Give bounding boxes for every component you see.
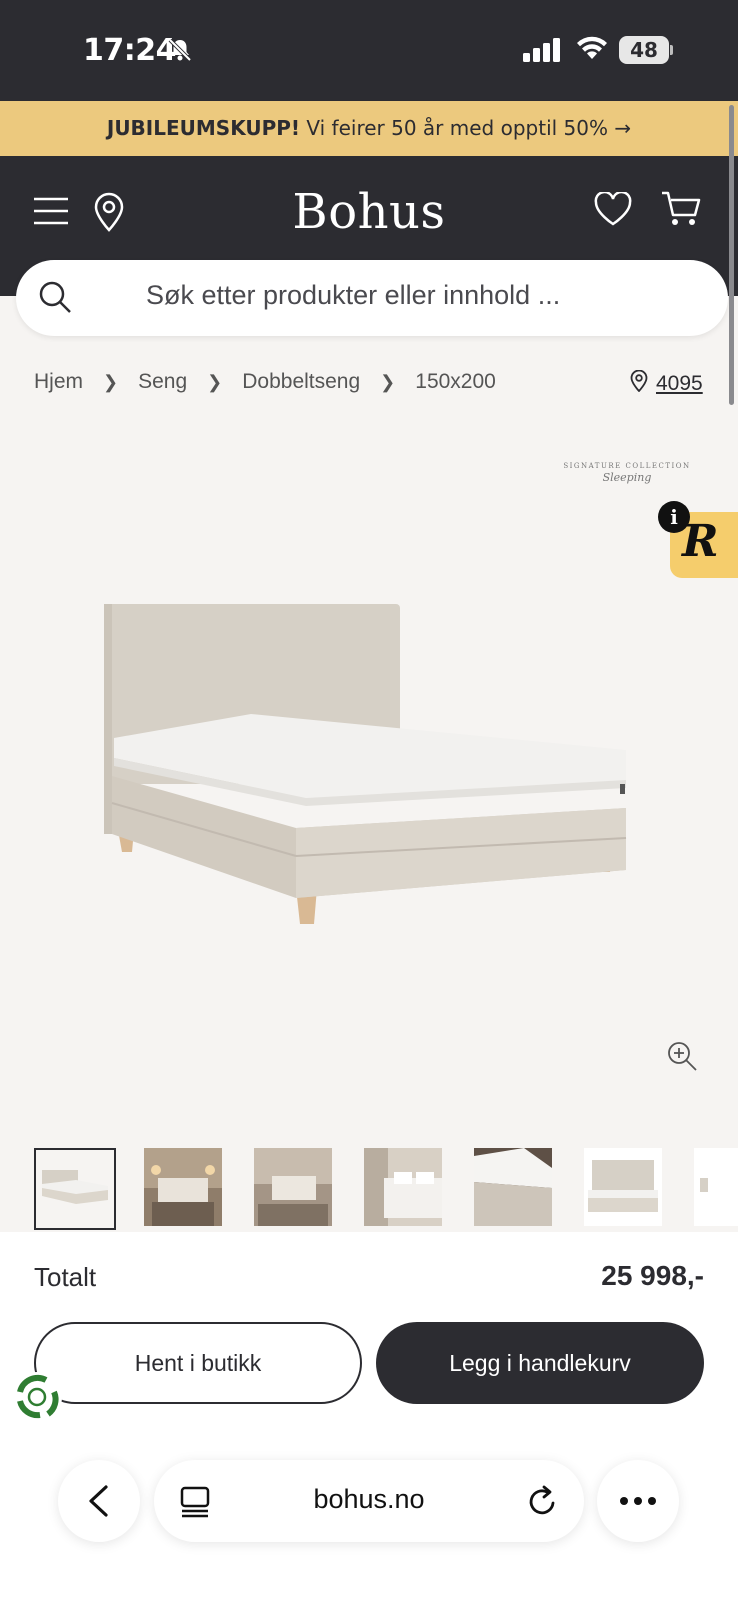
browser-more-button[interactable] [597, 1460, 679, 1542]
bell-muted-icon [167, 37, 193, 67]
search-icon[interactable] [38, 280, 72, 318]
chevron-left-icon [89, 1485, 108, 1517]
chevron-right-icon: ❯ [207, 371, 223, 392]
promo-text: Vi feirer 50 år med opptil 50% → [300, 116, 632, 140]
more-dots-icon [620, 1497, 656, 1505]
wifi-icon [575, 35, 609, 65]
battery-icon: 48 [619, 36, 669, 64]
info-icon[interactable]: i [658, 501, 690, 533]
breadcrumb-item-seng[interactable]: Seng [138, 370, 187, 394]
status-time: 17:24 [83, 33, 177, 68]
zoom-in-icon[interactable] [666, 1040, 698, 1076]
recycle-badge-icon[interactable] [10, 1370, 64, 1428]
heart-icon[interactable] [594, 190, 632, 230]
thumbnail-3[interactable] [254, 1148, 336, 1230]
search-input[interactable]: Søk etter produkter eller innhold ... [146, 280, 560, 311]
location-pin-icon [630, 369, 648, 398]
search-bar[interactable]: Søk etter produkter eller innhold ... [16, 260, 728, 336]
battery-tip [670, 45, 673, 55]
thumbnail-4[interactable] [364, 1148, 446, 1230]
signal-icon [523, 38, 563, 66]
product-image[interactable] [96, 598, 646, 952]
breadcrumb-item-size[interactable]: 150x200 [415, 370, 496, 394]
breadcrumb-item-home[interactable]: Hjem [34, 370, 83, 394]
pickup-in-store-button[interactable]: Hent i butikk [34, 1322, 362, 1404]
browser-domain[interactable]: bohus.no [154, 1484, 584, 1515]
browser-address-bar[interactable]: bohus.no [154, 1460, 584, 1542]
status-bar: 17:24 48 [0, 0, 738, 101]
store-selector[interactable]: 4095 [630, 369, 703, 398]
chevron-right-icon: ❯ [380, 371, 396, 392]
store-number[interactable]: 4095 [656, 372, 703, 396]
chevron-right-icon: ❯ [103, 371, 119, 392]
badge-line1: SIGNATURE COLLECTION [563, 462, 691, 470]
promo-bold: JUBILEUMSKUPP! [106, 116, 301, 140]
promo-banner[interactable]: JUBILEUMSKUPP! Vi feirer 50 år med oppti… [0, 101, 738, 156]
breadcrumb: Hjem ❯ Seng ❯ Dobbeltseng ❯ 150x200 [34, 370, 496, 394]
total-price: 25 998,- [601, 1260, 704, 1291]
browser-back-button[interactable] [58, 1460, 140, 1542]
thumbnail-6[interactable] [584, 1148, 666, 1230]
scrollbar[interactable] [729, 105, 734, 405]
thumbnail-7[interactable] [694, 1148, 738, 1230]
thumbnail-2[interactable] [144, 1148, 226, 1230]
signature-collection-badge: SIGNATURE COLLECTION Sleeping [562, 462, 692, 484]
total-label: Totalt [34, 1262, 97, 1292]
thumbnail-5[interactable] [474, 1148, 556, 1230]
cart-icon[interactable] [661, 190, 701, 232]
thumbnail-strip [34, 1148, 738, 1230]
add-to-cart-button[interactable]: Legg i handlekurv [376, 1322, 704, 1404]
thumbnail-1[interactable] [34, 1148, 116, 1230]
badge-line2: Sleeping [602, 471, 652, 484]
breadcrumb-item-dobbeltseng[interactable]: Dobbeltseng [242, 370, 360, 394]
reload-icon[interactable] [528, 1485, 558, 1521]
